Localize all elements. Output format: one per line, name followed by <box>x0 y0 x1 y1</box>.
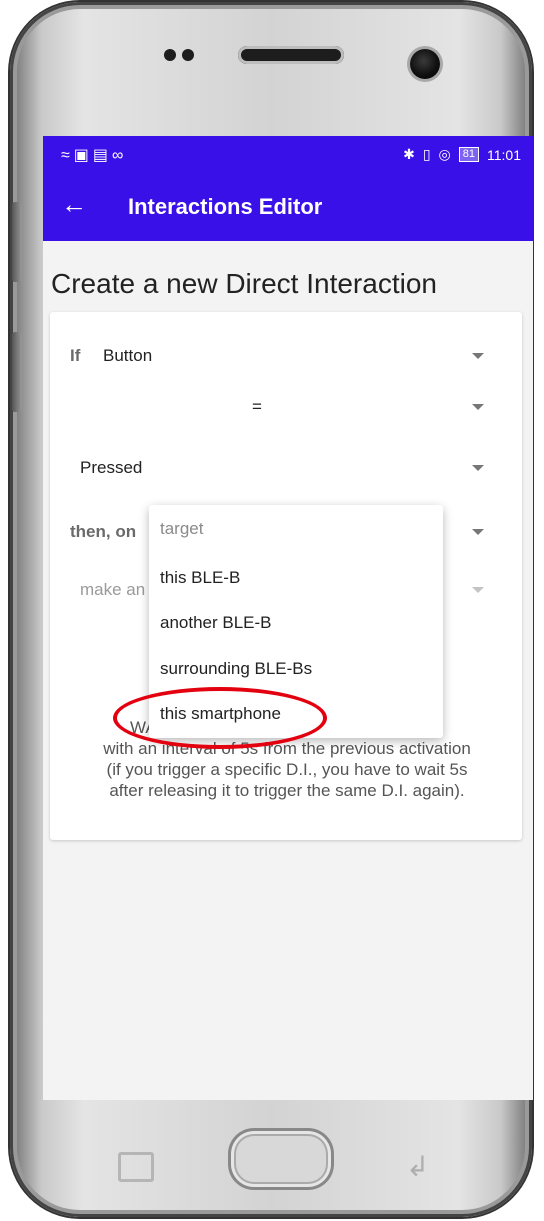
sensor-dot <box>182 49 194 61</box>
phone-screen: ≈▣▤∞ ✱ ▯ ◎ 81 11:01 ← Interactions Edito… <box>43 136 533 1100</box>
gallery-icon: ▤ <box>92 147 113 164</box>
highlight-circle <box>113 687 327 749</box>
chevron-down-icon <box>472 353 484 359</box>
dropdown-option-surrounding-ble-bs[interactable]: surrounding BLE-Bs <box>160 659 312 679</box>
chevron-down-icon <box>472 587 484 593</box>
app-title: Interactions Editor <box>128 194 323 219</box>
status-left-icons: ≈▣▤∞ <box>61 145 127 165</box>
front-camera <box>410 49 440 79</box>
volume-up-button <box>12 202 22 282</box>
arrow-left-icon[interactable]: ← <box>61 189 87 219</box>
if-label: If <box>70 346 81 365</box>
battery-icon: 81 <box>458 147 479 162</box>
trigger-state-select[interactable]: Pressed <box>50 448 522 488</box>
then-on-label: then, on <box>70 522 137 541</box>
status-bar: ≈▣▤∞ ✱ ▯ ◎ 81 11:01 <box>43 136 533 172</box>
phone-frame: ≈▣▤∞ ✱ ▯ ◎ 81 11:01 ← Interactions Edito… <box>10 2 533 1217</box>
status-time: 11:01 <box>487 146 521 163</box>
chevron-down-icon <box>472 465 484 471</box>
trigger-source-select[interactable]: If Button <box>50 336 522 376</box>
link-icon: ∞ <box>112 147 128 164</box>
back-key-icon: ↲ <box>406 1151 430 1182</box>
app-bar: ← Interactions Editor <box>43 172 533 241</box>
operator-select[interactable]: = <box>50 387 522 427</box>
action-placeholder: make an <box>80 580 146 599</box>
vibrate-icon: ▯ <box>422 146 431 162</box>
chevron-down-icon <box>472 529 484 535</box>
trigger-state-value: Pressed <box>80 458 143 477</box>
page-title: Create a new Direct Interaction <box>51 268 437 299</box>
earpiece-speaker <box>238 46 344 64</box>
chevron-down-icon <box>472 404 484 410</box>
image-icon: ▣ <box>73 147 93 164</box>
home-button <box>228 1128 334 1190</box>
operator-value: = <box>252 397 262 416</box>
status-right-icons: ✱ ▯ ◎ 81 11:01 <box>403 146 521 163</box>
wifi-icon: ≈ <box>61 147 74 164</box>
dropdown-hint: target <box>160 519 204 538</box>
sensor-dot <box>164 49 176 61</box>
trigger-source-value: Button <box>103 346 153 365</box>
warning-line-4: after releasing it to trigger the same D… <box>109 781 465 800</box>
bluetooth-icon: ✱ <box>403 146 415 162</box>
warning-line-3: (if you trigger a specific D.I., you hav… <box>106 760 468 779</box>
dropdown-option-this-ble-b[interactable]: this BLE-B <box>160 568 240 588</box>
recent-apps-key <box>118 1152 154 1182</box>
volume-down-button <box>12 332 22 412</box>
dropdown-option-another-ble-b[interactable]: another BLE-B <box>160 613 272 633</box>
location-icon: ◎ <box>438 146 451 162</box>
